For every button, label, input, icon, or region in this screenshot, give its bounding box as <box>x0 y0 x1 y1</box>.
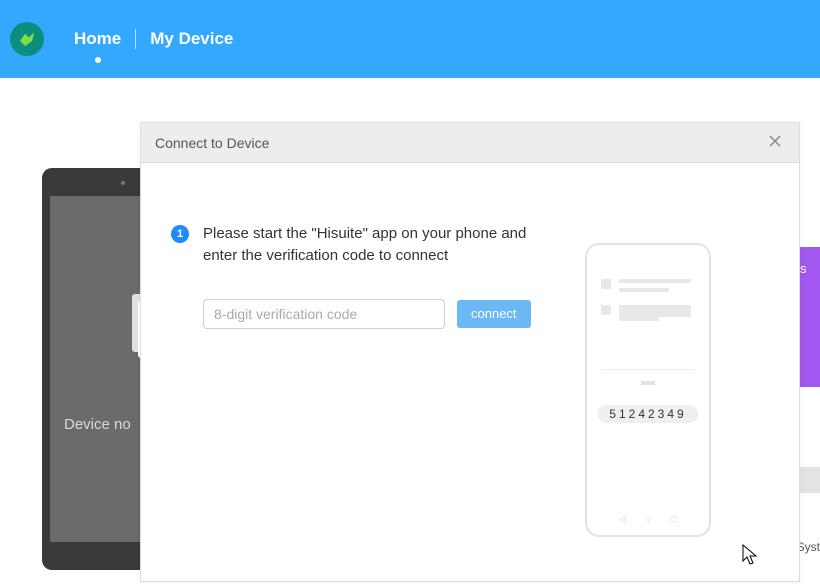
right-gray-clip <box>800 467 820 493</box>
nav-home-label: Home <box>74 29 121 48</box>
right-panel-clip: s <box>800 247 820 387</box>
step-number-badge: 1 <box>171 225 189 243</box>
dialog-header: Connect to Device <box>141 123 799 163</box>
home-icon: ○ <box>646 514 651 525</box>
dialog-close-button[interactable] <box>765 131 785 155</box>
phone-illustration: 51242349 ◁ ○ □ <box>585 243 711 537</box>
phone-nav-icons: ◁ ○ □ <box>587 514 709 525</box>
illustration-code: 51242349 <box>597 405 698 423</box>
back-icon: ◁ <box>619 514 626 525</box>
app-logo <box>10 22 44 56</box>
recent-icon: □ <box>671 514 676 525</box>
nav-my-device[interactable]: My Device <box>136 29 247 49</box>
verification-code-input[interactable] <box>203 299 445 329</box>
connect-device-dialog: Connect to Device 1 Please start the "Hi… <box>140 122 800 582</box>
nav-my-device-label: My Device <box>150 29 233 48</box>
app-header: Home My Device <box>0 0 820 78</box>
main-nav: Home My Device <box>60 29 247 49</box>
device-status-text: Device no <box>64 416 131 433</box>
logo-bird-icon <box>16 28 38 50</box>
connect-button[interactable]: connect <box>457 300 531 328</box>
step-instruction-text: Please start the "Hisuite" app on your p… <box>203 223 551 267</box>
nav-home[interactable]: Home <box>60 29 135 49</box>
bottom-right-label: Syst <box>797 540 820 554</box>
dialog-title: Connect to Device <box>155 135 269 151</box>
close-icon <box>769 135 781 147</box>
nav-active-indicator <box>95 57 101 63</box>
dialog-body: 1 Please start the "Hisuite" app on your… <box>141 163 799 581</box>
instruction-step: 1 Please start the "Hisuite" app on your… <box>171 223 551 267</box>
